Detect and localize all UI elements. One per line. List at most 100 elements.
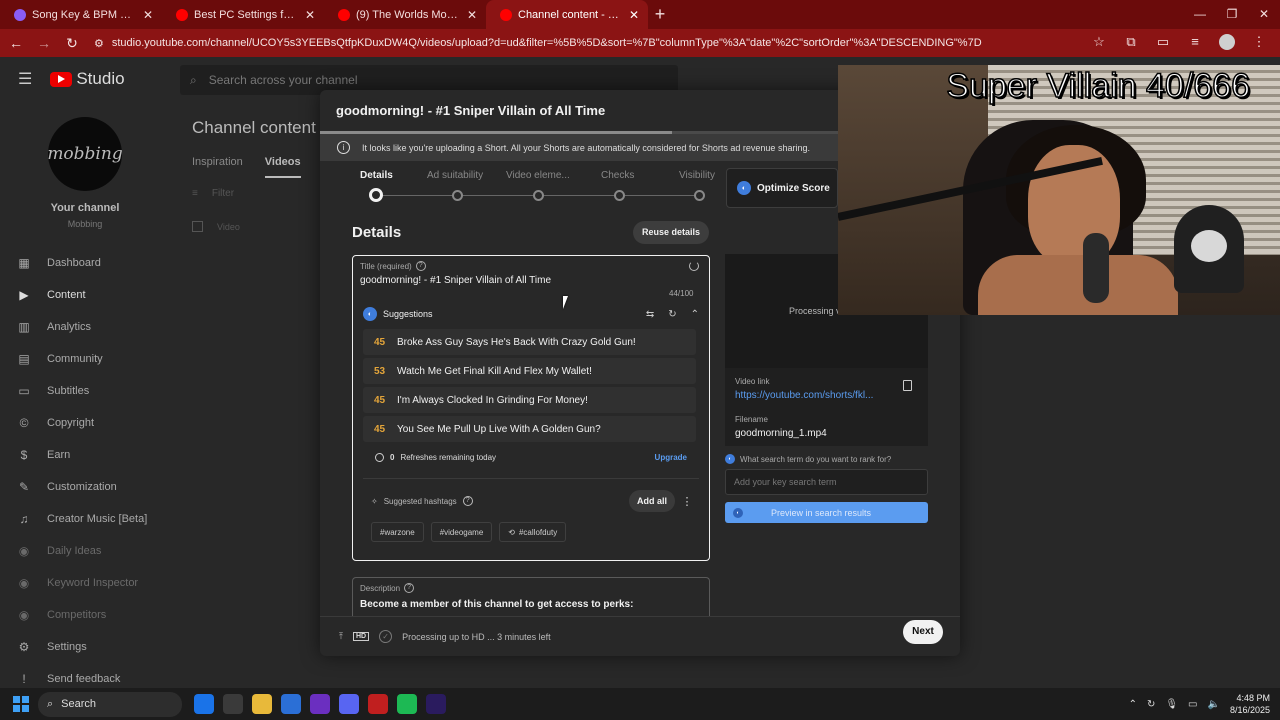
description-field[interactable]: Description ? Become a member of this ch… — [352, 577, 710, 617]
sync-icon[interactable]: ↻ — [1147, 699, 1155, 710]
title-suggestion[interactable]: 53 Watch Me Get Final Kill And Flex My Wa… — [363, 358, 696, 384]
reuse-details-button[interactable]: Reuse details — [633, 221, 709, 244]
sidebar-item-analytics[interactable]: ▥ Analytics — [0, 311, 168, 343]
refresh-icon[interactable]: ↻ — [668, 309, 676, 320]
select-all-checkbox[interactable] — [192, 221, 203, 232]
channel-avatar[interactable]: mobbing — [47, 117, 123, 191]
taskbar-app-icon[interactable] — [426, 694, 446, 714]
sidebar-item-earn[interactable]: $ Earn — [0, 439, 168, 471]
taskbar-app-icon[interactable] — [339, 694, 359, 714]
media-icon[interactable]: ≡ — [1184, 34, 1206, 53]
hashtag-chip[interactable]: #videogame — [430, 522, 493, 542]
hashtag-chip[interactable]: ⟲ #callofduty — [499, 522, 567, 542]
close-tab-icon[interactable]: ✕ — [304, 8, 316, 22]
search-placeholder: Search across your channel — [208, 73, 358, 87]
site-info-icon[interactable]: ⚙ — [94, 37, 104, 50]
sidebar-item-subtitles[interactable]: ▭ Subtitles — [0, 375, 168, 407]
taskbar-search[interactable]: ⌕ Search — [38, 691, 182, 717]
title-suggestion[interactable]: 45 I'm Always Clocked In Grinding For Mon… — [363, 387, 696, 413]
minimize-icon[interactable]: — — [1184, 0, 1216, 29]
taskbar-app-icon[interactable] — [194, 694, 214, 714]
close-tab-icon[interactable]: ✕ — [628, 8, 640, 22]
extensions-icon[interactable]: ⧉ — [1120, 34, 1142, 53]
title-suggestion[interactable]: 45 You See Me Pull Up Live With A Golden … — [363, 416, 696, 442]
step-dot-ad-suitability[interactable] — [452, 190, 463, 201]
step-dot-video-elements[interactable] — [533, 190, 544, 201]
browser-tab[interactable]: Best PC Settings for COD Black Ops ✕ — [162, 0, 324, 29]
volume-icon[interactable]: 🔈 — [1208, 699, 1220, 710]
browser-menu-icon[interactable]: ⋮ — [1248, 34, 1270, 53]
filter-label[interactable]: Filter — [212, 188, 234, 199]
clock[interactable]: 4:48 PM 8/16/2025 — [1230, 692, 1270, 716]
back-icon[interactable]: ← — [4, 35, 28, 51]
tab-videos[interactable]: Videos — [264, 156, 301, 178]
optimize-score-button[interactable]: ◐ Optimize Score — [726, 168, 838, 208]
sidebar-item-competitors[interactable]: ◉ Competitors — [0, 599, 168, 631]
description-input[interactable]: Become a member of this channel to get a… — [360, 599, 633, 610]
title-field[interactable]: Title (required) ? goodmorning! - #1 Sni… — [352, 255, 710, 561]
browser-tab[interactable]: Song Key & BPM Finder | Tunebat ✕ — [0, 0, 162, 29]
chevron-up-icon[interactable]: ⌃ — [1129, 699, 1137, 710]
keyword-input[interactable]: Add your key search term — [725, 469, 928, 495]
menu-icon[interactable]: ☰ — [18, 69, 32, 89]
browser-tab[interactable]: Channel content - YouTube Studio ✕ — [486, 0, 648, 29]
filter-settings-icon[interactable]: ⇆ — [646, 309, 654, 320]
sidebar-item-customization[interactable]: ✎ Customization — [0, 471, 168, 503]
step-dot-details[interactable] — [369, 188, 383, 202]
reload-icon[interactable]: ↻ — [60, 35, 84, 52]
start-button[interactable] — [13, 696, 29, 712]
help-icon[interactable]: ? — [404, 583, 415, 593]
copy-icon[interactable] — [903, 380, 912, 391]
add-all-button[interactable]: Add all — [629, 490, 675, 512]
step-checks[interactable]: Checks — [601, 170, 634, 181]
step-dot-visibility[interactable] — [694, 190, 705, 201]
step-dot-checks[interactable] — [614, 190, 625, 201]
url-field[interactable]: ⚙ studio.youtube.com/channel/UCOY5s3YEEB… — [94, 37, 1088, 50]
taskbar-app-icon[interactable] — [252, 694, 272, 714]
sidebar-item-community[interactable]: ▤ Community — [0, 343, 168, 375]
browser-tab[interactable]: (9) The Worlds Most Evil Sniper ✕ — [324, 0, 486, 29]
title-input[interactable]: goodmorning! - #1 Sniper Villain of All … — [360, 275, 551, 286]
hashtag-chip[interactable]: #warzone — [371, 522, 424, 542]
upgrade-link[interactable]: Upgrade — [655, 453, 687, 462]
mic-icon[interactable]: 🎙 — [1165, 699, 1178, 710]
sidebar-item-daily-ideas[interactable]: ◉ Daily Ideas — [0, 535, 168, 567]
sidebar-item-settings[interactable]: ⚙ Settings — [0, 631, 168, 663]
video-link[interactable]: https://youtube.com/shorts/fkl... — [735, 390, 873, 401]
sidebar-item-content[interactable]: ▶ Content — [0, 279, 168, 311]
forward-icon[interactable]: → — [32, 35, 56, 51]
title-suggestion[interactable]: 45 Broke Ass Guy Says He's Back With Craz… — [363, 329, 696, 355]
sidebar-item-creator-music-beta[interactable]: ♫ Creator Music [Beta] — [0, 503, 168, 535]
close-tab-icon[interactable]: ✕ — [466, 8, 478, 22]
taskbar-app-icon[interactable] — [368, 694, 388, 714]
taskbar-app-icon[interactable] — [397, 694, 417, 714]
sidebar-item-copyright[interactable]: © Copyright — [0, 407, 168, 439]
step-details[interactable]: Details — [360, 170, 393, 181]
sidebar-item-dashboard[interactable]: ▦ Dashboard — [0, 247, 168, 279]
tab-inspiration[interactable]: Inspiration — [192, 156, 243, 178]
help-icon[interactable]: ? — [462, 496, 473, 506]
taskbar-app-icon[interactable] — [310, 694, 330, 714]
network-icon[interactable]: ▭ — [1188, 699, 1197, 710]
close-tab-icon[interactable]: ✕ — [142, 8, 154, 22]
maximize-icon[interactable]: ❐ — [1216, 0, 1248, 29]
new-tab-button[interactable]: + — [648, 4, 672, 25]
profile-avatar[interactable] — [1216, 33, 1238, 53]
more-options-icon[interactable]: ⋮ — [681, 495, 693, 508]
taskbar-app-icon[interactable] — [223, 694, 243, 714]
step-ad-suitability[interactable]: Ad suitability — [427, 170, 483, 181]
step-video-elements[interactable]: Video eleme... — [506, 170, 570, 181]
filter-icon[interactable]: ≡ — [192, 188, 198, 199]
cast-icon[interactable]: ▭ — [1152, 34, 1174, 53]
close-window-icon[interactable]: ✕ — [1248, 0, 1280, 29]
preview-search-button[interactable]: ◐ Preview in search results — [725, 502, 928, 523]
vidiq-icon: ◐ — [733, 507, 743, 518]
collapse-icon[interactable]: ⌃ — [691, 309, 699, 320]
sidebar-item-keyword-inspector[interactable]: ◉ Keyword Inspector — [0, 567, 168, 599]
help-icon[interactable]: ? — [415, 261, 426, 271]
step-visibility[interactable]: Visibility — [679, 170, 715, 181]
studio-logo[interactable]: Studio — [50, 69, 125, 89]
bookmark-star-icon[interactable]: ☆ — [1088, 34, 1110, 53]
next-button[interactable]: Next — [903, 620, 943, 644]
taskbar-app-icon[interactable] — [281, 694, 301, 714]
